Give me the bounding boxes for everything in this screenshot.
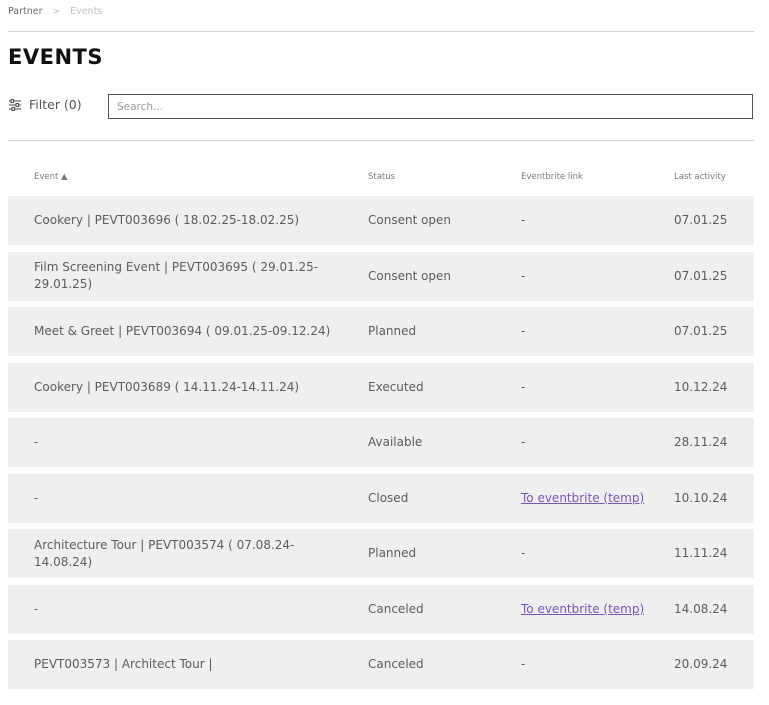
sliders-icon xyxy=(8,98,22,112)
status-cell: Executed xyxy=(368,379,424,394)
column-header-last-activity: Last activity xyxy=(674,172,726,182)
status-cell: Canceled xyxy=(368,601,424,616)
event-cell: Cookery | PEVT003689 ( 14.11.24-14.11.24… xyxy=(34,379,300,394)
last-activity-cell: 07.01.25 xyxy=(674,213,728,227)
eventbrite-link-cell: - xyxy=(521,379,526,394)
event-cell: PEVT003573 | Architect Tour | xyxy=(34,657,213,671)
last-activity-cell: 07.01.25 xyxy=(674,268,728,283)
eventbrite-link-cell: - xyxy=(521,657,526,671)
event-cell: - xyxy=(34,490,39,505)
event-cell: Cookery | PEVT003696 ( 18.02.25-18.02.25… xyxy=(34,213,300,227)
status-cell: Consent open xyxy=(368,268,452,283)
event-cell: Film Screening Event | PEVT003695 ( 29.0… xyxy=(34,260,319,291)
breadcrumb: Partner > Events xyxy=(8,6,102,17)
last-activity-cell: 20.09.24 xyxy=(674,657,728,671)
event-cell: - xyxy=(34,601,39,616)
last-activity-cell: 28.11.24 xyxy=(674,435,728,449)
last-activity-cell: 10.12.24 xyxy=(674,379,728,394)
column-header-eventbrite-link: Eventbrite link xyxy=(521,172,583,182)
last-activity-cell: 07.01.25 xyxy=(674,324,728,338)
status-cell: Planned xyxy=(368,546,417,560)
status-cell: Available xyxy=(368,435,423,449)
eventbrite-link-cell: - xyxy=(521,268,526,283)
status-cell: Consent open xyxy=(368,213,452,227)
eventbrite-link-cell: - xyxy=(521,213,526,227)
table-row[interactable]: Meet & Greet | PEVT003694 ( 09.01.25-09.… xyxy=(8,307,754,356)
column-header-event[interactable]: Event ▲ xyxy=(34,172,68,182)
table-row[interactable]: PEVT003573 | Architect Tour | Canceled -… xyxy=(8,640,754,689)
header-divider xyxy=(8,31,754,32)
table-row[interactable]: Cookery | PEVT003696 ( 18.02.25-18.02.25… xyxy=(8,196,754,245)
table-header: Event ▲ Status Eventbrite link Last acti… xyxy=(8,170,754,186)
event-cell: Meet & Greet | PEVT003694 ( 09.01.25-09.… xyxy=(34,324,331,338)
last-activity-cell: 14.08.24 xyxy=(674,601,728,616)
last-activity-cell: 11.11.24 xyxy=(674,546,728,560)
eventbrite-link-cell: - xyxy=(521,324,526,338)
page-title: EVENTS xyxy=(8,45,103,69)
search-input[interactable] xyxy=(108,94,753,119)
table-row[interactable]: - Canceled To eventbrite (temp) 14.08.24 xyxy=(8,584,754,634)
breadcrumb-separator: > xyxy=(52,6,61,17)
eventbrite-link[interactable]: To eventbrite (temp) xyxy=(521,490,644,507)
event-cell: - xyxy=(34,435,39,449)
eventbrite-link[interactable]: To eventbrite (temp) xyxy=(521,601,644,618)
last-activity-cell: 10.10.24 xyxy=(674,490,728,505)
table-row[interactable]: - Closed To eventbrite (temp) 10.10.24 xyxy=(8,473,754,523)
column-header-status: Status xyxy=(368,172,396,182)
table-row[interactable]: - Available - 28.11.24 xyxy=(8,418,754,467)
table-row[interactable]: Film Screening Event | PEVT003695 ( 29.0… xyxy=(8,251,754,301)
event-cell: Architecture Tour | PEVT003574 ( 07.08.2… xyxy=(34,537,295,569)
breadcrumb-current: Events xyxy=(70,6,103,17)
toolbar-divider xyxy=(8,140,754,141)
filter-button[interactable]: Filter (0) xyxy=(8,97,82,112)
status-cell: Canceled xyxy=(368,657,424,671)
breadcrumb-partner-link[interactable]: Partner xyxy=(8,6,43,17)
eventbrite-link-cell: - xyxy=(521,435,526,449)
filter-label: Filter (0) xyxy=(29,97,82,112)
events-table-body: Cookery | PEVT003696 ( 18.02.25-18.02.25… xyxy=(8,196,754,696)
table-row[interactable]: Architecture Tour | PEVT003574 ( 07.08.2… xyxy=(8,529,754,578)
table-row[interactable]: Cookery | PEVT003689 ( 14.11.24-14.11.24… xyxy=(8,362,754,412)
status-cell: Closed xyxy=(368,490,409,505)
status-cell: Planned xyxy=(368,324,417,338)
eventbrite-link-cell: - xyxy=(521,546,526,560)
